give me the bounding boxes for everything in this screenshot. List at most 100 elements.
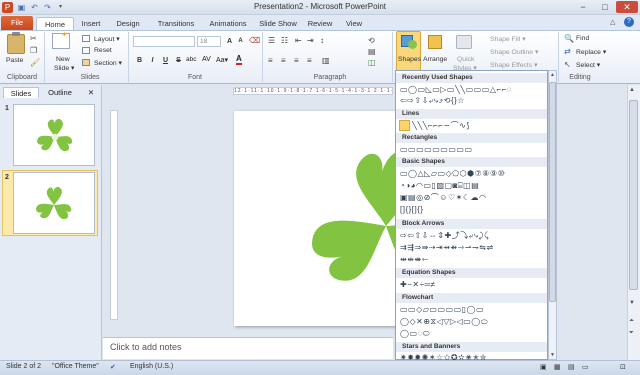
paste-button[interactable]: Paste	[6, 57, 23, 64]
shape-row-arrows[interactable]: ⇉⇶⇒⇛⇢⇥⇸⇻⇾⇀⇁⇋⇌	[400, 243, 546, 253]
scroll-up-icon[interactable]: ▲	[629, 87, 635, 93]
justify-icon[interactable]: ≡	[307, 56, 312, 65]
shape-row-equation[interactable]: ✚−✕÷═≠	[400, 280, 546, 290]
quick-styles-icon[interactable]	[456, 35, 472, 49]
replace-button[interactable]: Replace ▾	[576, 48, 606, 56]
tab-transitions[interactable]: Transitions	[152, 17, 200, 30]
previous-slide-icon[interactable]: ⏶	[629, 318, 634, 325]
arrange-button[interactable]: Arrange	[423, 56, 447, 63]
character-spacing-icon[interactable]: AV	[202, 56, 211, 63]
new-slide-button[interactable]: New	[56, 56, 70, 63]
align-text-icon[interactable]: ▤	[368, 47, 376, 56]
text-direction-icon[interactable]: ⟲	[368, 36, 375, 45]
tab-slideshow[interactable]: Slide Show	[256, 17, 300, 30]
change-case-button[interactable]: Aa▾	[216, 56, 228, 64]
shapes-button[interactable]: Shapes	[398, 56, 421, 63]
align-right-icon[interactable]: ≡	[294, 56, 299, 65]
increase-indent-icon[interactable]: ⇥	[307, 36, 314, 45]
grow-font-button[interactable]: A	[225, 37, 234, 46]
shape-row-basic[interactable]: ▭◯△◺▱▭◇⬠⬡⬢⑦⑧⑨⑩	[400, 169, 546, 179]
shape-fill-button[interactable]: Shape Fill ▾	[490, 35, 526, 43]
text-shadow-button[interactable]: abc	[186, 56, 196, 63]
cut-icon[interactable]: ✂	[30, 34, 37, 43]
italic-button[interactable]: I	[148, 56, 157, 65]
reading-view-icon[interactable]: ▤	[568, 363, 575, 371]
align-center-icon[interactable]: ≡	[281, 56, 286, 65]
shape-row-basic[interactable]: ◔◑◕◠▭▯▨▢◙⌸◫▤	[400, 181, 546, 191]
numbering-icon[interactable]: ☷	[281, 36, 288, 45]
slide-thumbnail-2[interactable]	[13, 172, 95, 234]
underline-button[interactable]: U	[161, 56, 170, 65]
bold-button[interactable]: B	[135, 56, 144, 65]
find-button[interactable]: Find	[576, 35, 589, 42]
select-button[interactable]: Select ▾	[576, 61, 600, 69]
quick-styles-button[interactable]: Quick	[457, 56, 474, 63]
font-size-combo[interactable]: 18	[197, 36, 221, 47]
shape-row-arrows[interactable]: ⇨⇦⇧⇩⇔⇕✚⤴⤵⤶⤷⤸⤹	[400, 231, 546, 241]
arrange-icon[interactable]	[428, 35, 442, 49]
menu-scroll-up-icon[interactable]: ▲	[550, 72, 555, 78]
shape-row-recent[interactable]: ▭◯▭◺▭▷▭╲╲▭▭▭△⌐⌐◌	[400, 85, 546, 95]
shape-row-stars[interactable]: ✷✸✹✺✶☆✩✪✫✬✭✮	[400, 353, 546, 360]
spell-check-icon[interactable]: ✔	[110, 363, 116, 371]
align-left-icon[interactable]: ≡	[268, 56, 273, 65]
menu-scroll-thumb[interactable]	[549, 82, 556, 302]
maximize-button[interactable]: □	[594, 1, 616, 13]
shape-row-lines[interactable]: ╲╲╲⌐⌐⌐∼⌒∿⟆	[412, 121, 546, 131]
slideshow-view-icon[interactable]: ▭	[582, 363, 589, 371]
smartart-icon[interactable]: ◫	[368, 58, 376, 67]
slide-canvas[interactable]	[234, 111, 399, 326]
new-slide-dropdown[interactable]: Slide ▾	[54, 64, 74, 72]
clover-shape[interactable]	[234, 111, 399, 326]
minimize-ribbon-icon[interactable]: △	[610, 18, 615, 26]
minimize-button[interactable]: −	[572, 1, 594, 13]
line-shape-selected[interactable]	[399, 120, 410, 131]
clear-formatting-icon[interactable]: ⌫	[249, 36, 260, 45]
shape-outline-button[interactable]: Shape Outline ▾	[490, 48, 538, 56]
section-button[interactable]: Section ▾	[94, 59, 122, 67]
shape-effects-button[interactable]: Shape Effects ▾	[490, 61, 538, 69]
menu-scroll-down-icon[interactable]: ▼	[550, 352, 555, 358]
bullets-icon[interactable]: ☰	[268, 36, 275, 45]
help-icon[interactable]: ?	[624, 17, 634, 27]
fit-to-window-icon[interactable]: ⊡	[620, 363, 626, 371]
close-button[interactable]: ✕	[616, 1, 638, 13]
tab-home[interactable]: Home	[36, 17, 74, 30]
slide-sorter-icon[interactable]: ▦	[554, 363, 561, 371]
next-slide-icon[interactable]: ⏷	[629, 330, 634, 337]
shape-row-basic[interactable]: []{}[]{}	[400, 205, 546, 215]
shape-row-flowchart[interactable]: ◯▭◌⬭	[400, 329, 546, 339]
shape-row-rectangles[interactable]: ▭▭▭▭▭▭▭▭▭	[400, 145, 546, 155]
shape-row-flowchart[interactable]: ◯◇✕⊕⧖◁▽▷◁▭◯⬭	[400, 317, 546, 327]
tab-design[interactable]: Design	[110, 17, 146, 30]
strikethrough-button[interactable]: S	[174, 56, 183, 65]
shrink-font-button[interactable]: A	[236, 37, 245, 46]
line-spacing-icon[interactable]: ↕	[320, 36, 324, 45]
tab-insert[interactable]: Insert	[76, 17, 106, 30]
shape-row-flowchart[interactable]: ▭▭◇▱▭▭▭▭▯◯▭	[400, 305, 546, 315]
tab-review[interactable]: Review	[304, 17, 336, 30]
theme-name[interactable]: "Office Theme"	[52, 363, 99, 370]
language[interactable]: English (U.S.)	[130, 363, 173, 370]
notes-placeholder[interactable]: Click to add notes	[110, 342, 182, 352]
columns-icon[interactable]: ▥	[322, 56, 330, 65]
shape-row-recent[interactable]: ⇦⇨⇧⇩⤶⤷⤴⟲{}☆	[400, 96, 546, 106]
paste-icon[interactable]	[7, 34, 25, 54]
tab-slides[interactable]: Slides	[3, 87, 39, 98]
normal-view-icon[interactable]: ▣	[540, 363, 547, 371]
slide-thumbnail-1[interactable]	[13, 104, 95, 166]
font-color-icon[interactable]: A	[236, 55, 242, 65]
scroll-down-icon[interactable]: ▼	[629, 300, 635, 306]
reset-button[interactable]: Reset	[94, 47, 112, 54]
tab-outline[interactable]: Outline	[42, 87, 78, 98]
tab-file[interactable]: File	[1, 16, 33, 30]
shape-row-basic[interactable]: ▣▤◎⊘⌒☺♡✶☾☁◠	[400, 193, 546, 203]
tab-animations[interactable]: Animations	[204, 17, 252, 30]
shape-row-arrows[interactable]: ⇹⇺⇼⇽	[400, 255, 546, 265]
copy-icon[interactable]: ❐	[30, 46, 37, 55]
format-painter-icon[interactable]: 🖌	[30, 58, 40, 67]
decrease-indent-icon[interactable]: ⇤	[295, 36, 302, 45]
font-name-combo[interactable]	[133, 36, 195, 47]
layout-button[interactable]: Layout ▾	[94, 35, 120, 43]
scroll-thumb[interactable]	[629, 100, 638, 290]
